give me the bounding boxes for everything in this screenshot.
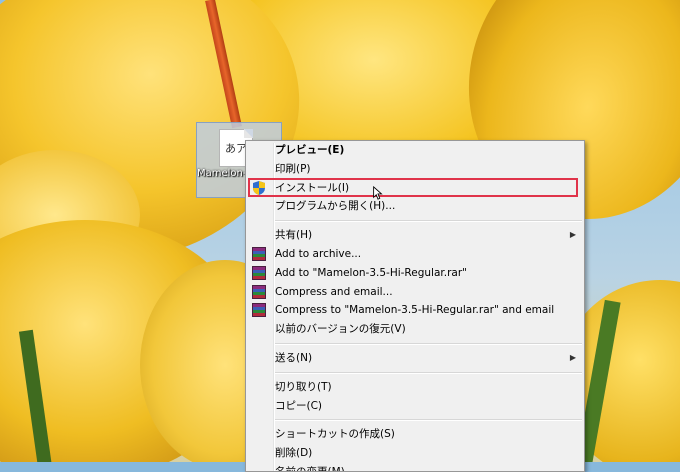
menu-item-label: ショートカットの作成(S) <box>275 428 395 441</box>
winrar-icon <box>252 265 266 280</box>
menu-item[interactable]: 削除(D) <box>246 444 584 463</box>
menu-item-label: 以前のバージョンの復元(V) <box>275 323 406 336</box>
menu-item-label: 印刷(P) <box>275 162 311 175</box>
menu-item[interactable]: Add to archive... <box>246 245 584 264</box>
winrar-icon <box>252 284 266 299</box>
menu-item-label: Add to archive... <box>275 247 362 260</box>
menu-item[interactable]: 共有(H) ▶ <box>246 226 584 245</box>
winrar-icon <box>252 303 266 318</box>
menu-separator <box>275 371 582 374</box>
winrar-icon <box>252 246 266 261</box>
menu-item[interactable]: インストール(I) <box>246 179 584 198</box>
menu-item[interactable]: Add to "Mamelon-3.5-Hi-Regular.rar" <box>246 264 584 283</box>
menu-item[interactable]: 送る(N) ▶ <box>246 349 584 368</box>
menu-item[interactable]: 印刷(P) <box>246 160 584 179</box>
menu-item-label: 共有(H) <box>275 229 313 242</box>
menu-item-label: 切り取り(T) <box>275 380 332 393</box>
menu-separator <box>275 342 582 345</box>
menu-item[interactable]: コピー(C) <box>246 397 584 416</box>
menu-item-label: Compress and email... <box>275 285 393 298</box>
font-file-glyph: あア <box>225 142 247 155</box>
context-menu-items: プレビュー(E) 印刷(P) インストール(I) プログラムから開く(H)... 共有(… <box>246 141 584 472</box>
menu-item[interactable]: プログラムから開く(H)... <box>246 197 584 216</box>
menu-item[interactable]: Compress and email... <box>246 283 584 302</box>
submenu-arrow-icon: ▶ <box>569 352 576 362</box>
context-menu: プレビュー(E) 印刷(P) インストール(I) プログラムから開く(H)... 共有(… <box>245 140 585 472</box>
menu-separator <box>275 419 582 422</box>
mouse-cursor-icon <box>373 186 383 200</box>
menu-item[interactable]: ショートカットの作成(S) <box>246 425 584 444</box>
menu-item-label: Add to "Mamelon-3.5-Hi-Regular.rar" <box>275 266 467 279</box>
menu-item-label: 送る(N) <box>275 351 313 364</box>
menu-item-label: Compress to "Mamelon-3.5-Hi-Regular.rar"… <box>275 304 555 317</box>
menu-item-label: プレビュー(E) <box>275 144 345 156</box>
submenu-arrow-icon: ▶ <box>569 230 576 240</box>
menu-item[interactable]: 切り取り(T) <box>246 378 584 397</box>
menu-item-label: 削除(D) <box>275 447 313 460</box>
menu-item[interactable]: 以前のバージョンの復元(V) <box>246 320 584 339</box>
menu-item-label: 名前の変更(M) <box>275 465 345 472</box>
menu-item[interactable]: 名前の変更(M) <box>246 463 584 472</box>
menu-separator <box>275 220 582 223</box>
menu-item[interactable]: Compress to "Mamelon-3.5-Hi-Regular.rar"… <box>246 301 584 320</box>
menu-item-label: インストール(I) <box>275 181 350 194</box>
menu-item-label: プログラムから開く(H)... <box>275 200 396 213</box>
menu-item[interactable]: プレビュー(E) <box>246 141 584 160</box>
shield-icon <box>253 180 265 195</box>
menu-item-label: コピー(C) <box>275 399 323 412</box>
